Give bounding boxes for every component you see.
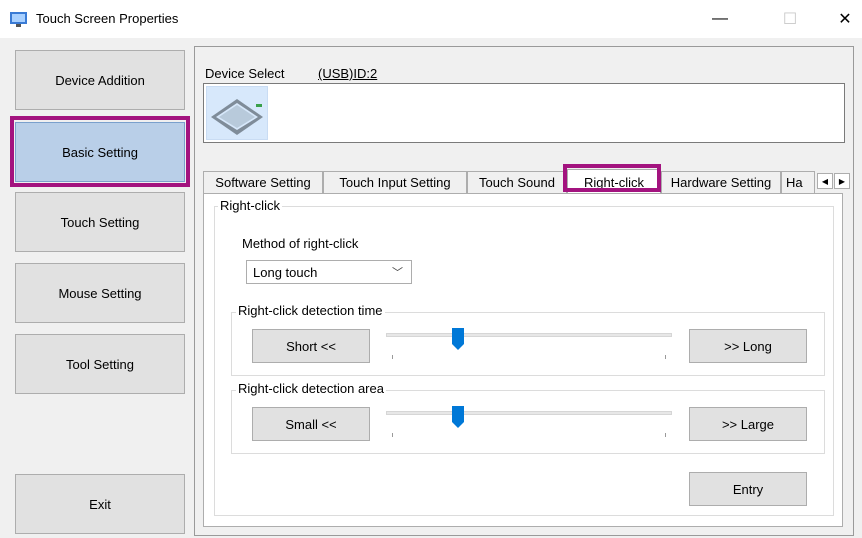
window-title: Touch Screen Properties bbox=[36, 11, 179, 26]
right-click-tab-page: Right-click Method of right-click Long t… bbox=[203, 193, 843, 527]
touch-screen-app-icon bbox=[10, 12, 27, 27]
slider-track bbox=[386, 333, 672, 337]
chevron-down-icon: ﹀ bbox=[392, 267, 403, 279]
slider-thumb[interactable] bbox=[451, 406, 464, 428]
slider-thumb[interactable] bbox=[451, 328, 464, 350]
detection-time-group-title: Right-click detection time bbox=[236, 303, 385, 318]
slider-max-tick bbox=[665, 355, 666, 359]
tab-scroll-right-button[interactable]: ▶ bbox=[834, 173, 850, 189]
entry-button[interactable]: Entry bbox=[689, 472, 807, 506]
long-button[interactable]: >> Long bbox=[689, 329, 807, 363]
short-button[interactable]: Short << bbox=[252, 329, 370, 363]
slider-min-tick bbox=[392, 433, 393, 437]
detection-time-slider[interactable] bbox=[386, 328, 676, 364]
settings-panel: Device Select (USB)ID:2 Software Setting… bbox=[194, 46, 854, 536]
tab-software-setting[interactable]: Software Setting bbox=[203, 171, 323, 193]
touch-screen-device-icon[interactable] bbox=[206, 86, 268, 140]
right-click-group-title: Right-click bbox=[218, 198, 282, 213]
slider-track bbox=[386, 411, 672, 415]
slider-min-tick bbox=[392, 355, 393, 359]
maximize-button[interactable]: ☐ bbox=[767, 0, 813, 38]
detection-area-slider[interactable] bbox=[386, 406, 676, 442]
large-button[interactable]: >> Large bbox=[689, 407, 807, 441]
method-of-right-click-dropdown[interactable]: Long touch ﹀ bbox=[246, 260, 412, 284]
window-client-area: Device Addition Basic Setting Touch Sett… bbox=[0, 38, 862, 538]
nav-device-addition-button[interactable]: Device Addition bbox=[15, 50, 185, 110]
tab-touch-sound[interactable]: Touch Sound bbox=[467, 171, 567, 193]
device-select-label: Device Select bbox=[205, 66, 285, 81]
tab-right-click[interactable]: Right-click bbox=[567, 169, 661, 194]
exit-button[interactable]: Exit bbox=[15, 474, 185, 534]
device-id-link[interactable]: (USB)ID:2 bbox=[318, 66, 377, 81]
tab-touch-input-setting[interactable]: Touch Input Setting bbox=[323, 171, 467, 193]
method-selected-value: Long touch bbox=[253, 264, 318, 280]
method-of-right-click-label: Method of right-click bbox=[242, 236, 359, 251]
nav-tool-setting-button[interactable]: Tool Setting bbox=[15, 334, 185, 394]
tab-ha-truncated[interactable]: Ha bbox=[781, 171, 815, 193]
tab-scroll-left-button[interactable]: ◀ bbox=[817, 173, 833, 189]
tab-hardware-setting[interactable]: Hardware Setting bbox=[661, 171, 781, 193]
small-button[interactable]: Small << bbox=[252, 407, 370, 441]
nav-touch-setting-button[interactable]: Touch Setting bbox=[15, 192, 185, 252]
nav-mouse-setting-button[interactable]: Mouse Setting bbox=[15, 263, 185, 323]
slider-max-tick bbox=[665, 433, 666, 437]
title-bar: Touch Screen Properties — ☐ ✕ bbox=[0, 0, 862, 38]
device-list[interactable] bbox=[203, 83, 845, 143]
nav-basic-setting-button[interactable]: Basic Setting bbox=[15, 122, 185, 182]
close-button[interactable]: ✕ bbox=[822, 0, 862, 38]
minimize-button[interactable]: — bbox=[697, 0, 743, 38]
detection-area-group-title: Right-click detection area bbox=[236, 381, 386, 396]
